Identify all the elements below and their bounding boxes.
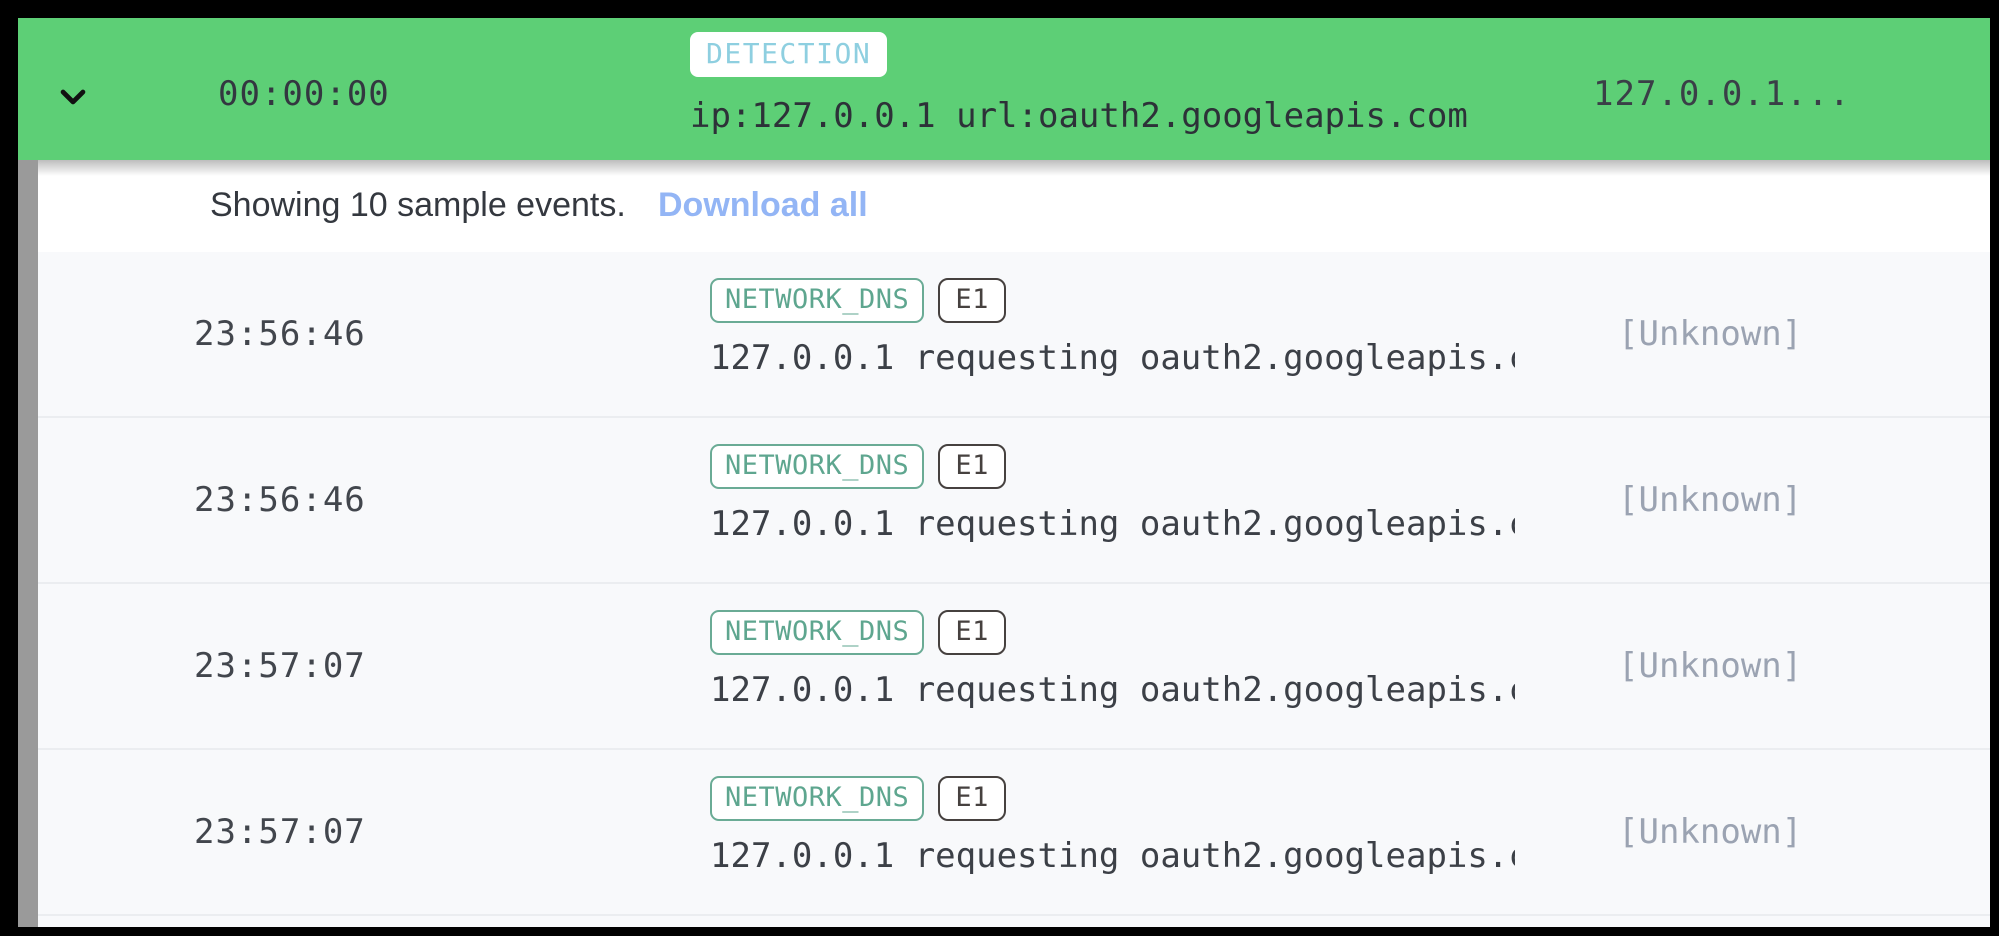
event-description: 127.0.0.1 requesting oauth2.googleapis.c… [710, 338, 1515, 378]
detection-timestamp: 00:00:00 [218, 74, 390, 114]
detection-summary-cell: DETECTION ip:127.0.0.1 url:oauth2.google… [690, 18, 1495, 160]
event-row-list: 23:56:46 NETWORK_DNS E1 127.0.0.1 requestin… [38, 252, 1990, 927]
sample-events-strip: Showing 10 sample events. Download all [38, 160, 1990, 252]
event-badges: NETWORK_DNS E1 [710, 610, 1006, 655]
event-badges: NETWORK_DNS E1 [710, 444, 1006, 489]
event-badges: NETWORK_DNS E1 [710, 278, 1006, 323]
event-id-badge[interactable]: E1 [938, 610, 1006, 655]
event-description: 127.0.0.1 requesting oauth2.googleapis.c… [710, 836, 1515, 876]
event-description: 127.0.0.1 requesting oauth2.googleapis.c… [710, 504, 1515, 544]
detection-header-row[interactable]: 00:00:00 DETECTION ip:127.0.0.1 url:oaut… [18, 18, 1990, 160]
event-type-badge[interactable]: NETWORK_DNS [710, 444, 925, 489]
detection-entity-value: 127.0.0.1... [1593, 74, 1851, 114]
event-type-badge[interactable]: NETWORK_DNS [710, 610, 925, 655]
detection-detail-text: ip:127.0.0.1 url:oauth2.googleapis.com [690, 96, 1468, 136]
screenshot-frame: 00:00:00 DETECTION ip:127.0.0.1 url:oaut… [0, 0, 1999, 936]
event-type-badge[interactable]: NETWORK_DNS [710, 776, 925, 821]
event-id-badge[interactable]: E1 [938, 776, 1006, 821]
event-summary-cell: NETWORK_DNSE1127.0.0.1 requesting oauth2… [710, 916, 1515, 927]
event-timestamp: 23:57:07 [194, 646, 366, 686]
table-row[interactable]: 23:57:07 NETWORK_DNS E1 127.0.0.1 requestin… [38, 750, 1990, 916]
event-entity-value: [Unknown] [1618, 812, 1803, 852]
detection-type-badge: DETECTION [690, 32, 888, 77]
event-summary-cell: NETWORK_DNS E1 127.0.0.1 requesting oauth2… [710, 418, 1515, 582]
event-entity-value: [Unknown] [1618, 314, 1803, 354]
event-entity-value: [Unknown] [1618, 480, 1803, 520]
table-row[interactable]: 23:57:07 NETWORK_DNS E1 127.0.0.1 requestin… [38, 584, 1990, 750]
download-all-link[interactable]: Download all [658, 186, 868, 225]
event-badges: NETWORK_DNS E1 [710, 776, 1006, 821]
event-id-badge[interactable]: E1 [938, 278, 1006, 323]
event-summary-cell: NETWORK_DNS E1 127.0.0.1 requesting oauth2… [710, 750, 1515, 914]
detection-events-body: Showing 10 sample events. Download all 2… [18, 160, 1990, 927]
chevron-down-icon[interactable] [56, 80, 90, 114]
table-row[interactable]: 23:57:07NETWORK_DNSE1127.0.0.1 requestin… [38, 916, 1990, 927]
table-row[interactable]: 23:56:46 NETWORK_DNS E1 127.0.0.1 requestin… [38, 418, 1990, 584]
sample-events-summary: Showing 10 sample events. [210, 186, 626, 224]
event-summary-cell: NETWORK_DNS E1 127.0.0.1 requesting oauth2… [710, 252, 1515, 416]
event-entity-value: [Unknown] [1618, 646, 1803, 686]
event-id-badge[interactable]: E1 [938, 444, 1006, 489]
table-row[interactable]: 23:56:46 NETWORK_DNS E1 127.0.0.1 requestin… [38, 252, 1990, 418]
detection-event-panel: 00:00:00 DETECTION ip:127.0.0.1 url:oaut… [18, 18, 1990, 927]
event-timestamp: 23:56:46 [194, 314, 366, 354]
event-type-badge[interactable]: NETWORK_DNS [710, 278, 925, 323]
event-summary-cell: NETWORK_DNS E1 127.0.0.1 requesting oauth2… [710, 584, 1515, 748]
event-timestamp: 23:56:46 [194, 480, 366, 520]
event-description: 127.0.0.1 requesting oauth2.googleapis.c… [710, 670, 1515, 710]
event-timestamp: 23:57:07 [194, 812, 366, 852]
